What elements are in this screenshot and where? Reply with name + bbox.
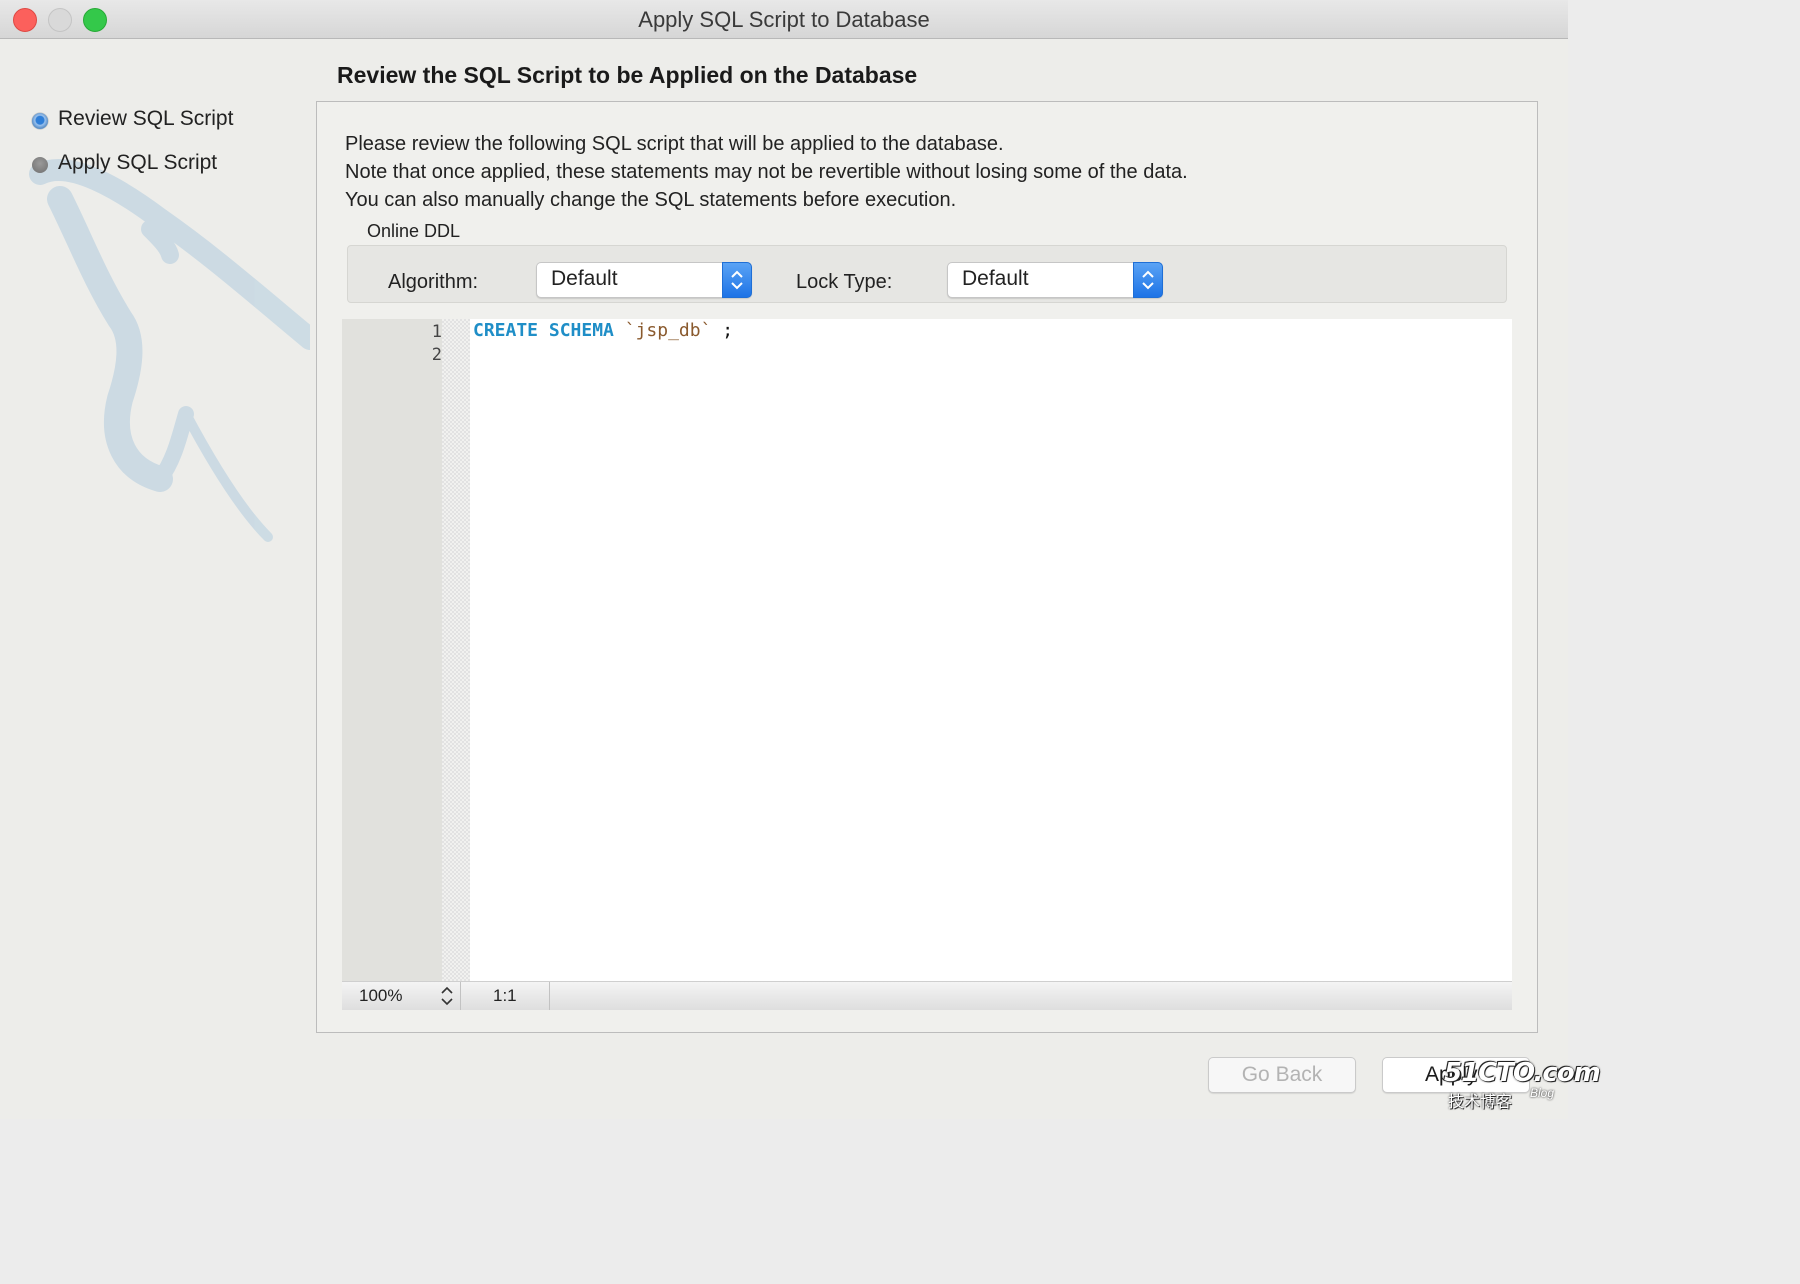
title-bar: Apply SQL Script to Database: [0, 0, 1568, 39]
sql-terminator: ;: [722, 320, 734, 341]
chevron-up-down-icon: [731, 270, 743, 290]
active-step-icon: [32, 113, 48, 129]
sql-editor[interactable]: 1 2 CREATE SCHEMA `jsp_db` ; 100% 1:1: [342, 319, 1512, 1010]
intro-line: Please review the following SQL script t…: [345, 133, 1004, 155]
fold-margin: [442, 319, 470, 981]
editor-status-bar: 100% 1:1: [342, 981, 1512, 1010]
site-watermark: 51CTO.com 技术博客 Blog: [1444, 1052, 1601, 1112]
lock-type-stepper[interactable]: [1133, 262, 1163, 298]
algorithm-selected-value: Default: [551, 267, 618, 290]
step-label: Review SQL Script: [58, 107, 234, 130]
page-heading: Review the SQL Script to be Applied on t…: [337, 62, 918, 88]
lock-type-label: Lock Type:: [796, 271, 893, 293]
window-title: Apply SQL Script to Database: [638, 7, 930, 32]
cursor-position-box: 1:1: [461, 982, 550, 1010]
watermark-subtitle: 技术博客: [1448, 1094, 1513, 1111]
inactive-step-icon: [32, 157, 48, 173]
online-ddl-group-label: Online DDL: [367, 221, 461, 241]
algorithm-select[interactable]: Default: [536, 262, 752, 298]
go-back-button[interactable]: Go Back: [1208, 1057, 1356, 1093]
review-panel: Please review the following SQL script t…: [316, 101, 1538, 1033]
apply-sql-dialog: Apply SQL Script to Database Review SQL …: [0, 0, 1601, 1119]
intro-line: You can also manually change the SQL sta…: [345, 189, 957, 211]
sql-code[interactable]: CREATE SCHEMA `jsp_db` ;: [473, 319, 733, 343]
wizard-sidebar: Review SQL Script Apply SQL Script: [0, 39, 310, 1119]
line-number-gutter: 1 2: [342, 319, 442, 981]
algorithm-label: Algorithm:: [388, 271, 479, 293]
lock-type-select[interactable]: Default: [947, 262, 1163, 298]
watermark-blog: Blog: [1530, 1086, 1555, 1100]
sql-identifier: `jsp_db`: [624, 320, 712, 341]
cursor-position: 1:1: [493, 986, 517, 1005]
sql-keyword: SCHEMA: [548, 320, 614, 341]
intro-text: Please review the following SQL script t…: [345, 130, 1188, 214]
watermark-brand: 51CTO.com: [1444, 1058, 1601, 1088]
line-number: 2: [431, 345, 442, 365]
sql-keyword: CREATE: [473, 320, 539, 341]
line-number: 1: [431, 322, 442, 342]
algorithm-stepper[interactable]: [722, 262, 752, 298]
step-label: Apply SQL Script: [58, 151, 218, 174]
zoom-stepper-icon[interactable]: [440, 984, 454, 1008]
online-ddl-group: Algorithm: Default Lock Type: Default: [347, 245, 1507, 303]
intro-line: Note that once applied, these statements…: [345, 161, 1188, 183]
zoom-level: 100%: [359, 986, 403, 1005]
zoom-control[interactable]: 100%: [342, 982, 461, 1010]
lock-type-selected-value: Default: [962, 267, 1029, 290]
chevron-up-down-icon: [1142, 270, 1154, 290]
